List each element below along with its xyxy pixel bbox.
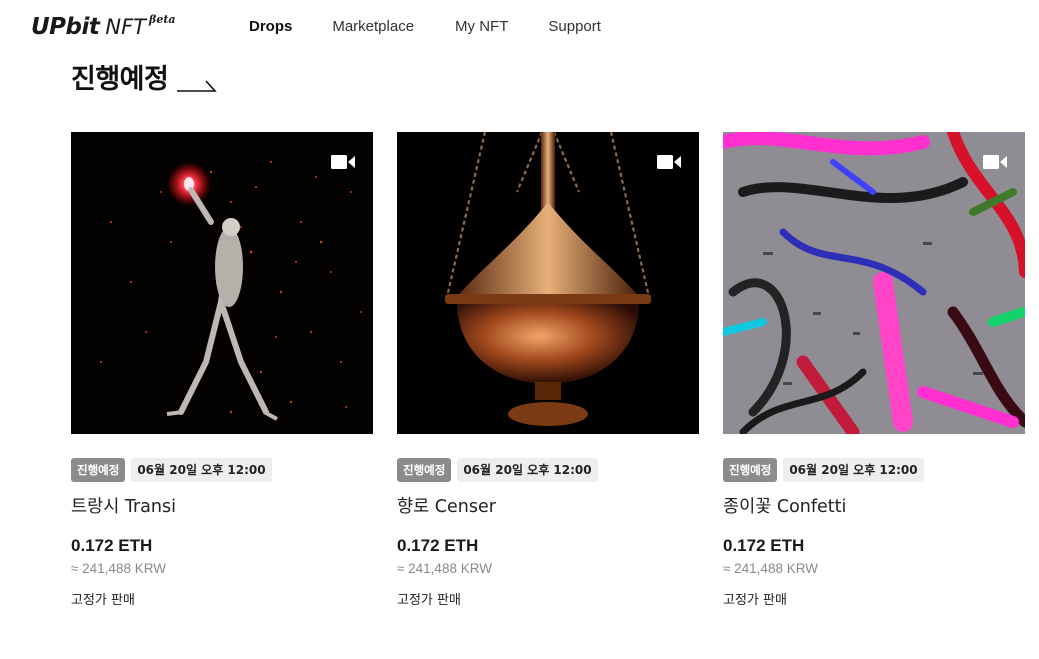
nft-card[interactable]: 진행예정 06월 20일 오후 12:00 트랑시 Transi 0.172 E… — [71, 132, 373, 611]
censer-artwork — [397, 132, 699, 434]
sale-type: 고정가 판매 — [71, 593, 135, 608]
nft-price: 0.172 ETH — [397, 536, 479, 555]
nft-title[interactable]: 트랑시 Transi — [71, 495, 373, 519]
status-badge: 진행예정 — [723, 458, 778, 482]
sale-type: 고정가 판매 — [723, 593, 787, 608]
nft-title[interactable]: 향로 Censer — [397, 495, 699, 519]
nav-drops[interactable]: Drops — [249, 16, 292, 38]
transi-artwork — [71, 132, 373, 434]
date-badge: 06월 20일 오후 12:00 — [457, 458, 598, 482]
video-icon — [657, 155, 681, 169]
status-badge: 진행예정 — [71, 458, 126, 482]
nav-marketplace[interactable]: Marketplace — [332, 16, 414, 38]
nft-price-krw: ≈ 241,488 KRW — [71, 561, 166, 576]
nft-image-confetti[interactable] — [723, 132, 1025, 434]
date-badge: 06월 20일 오후 12:00 — [783, 458, 924, 482]
main-nav: Drops Marketplace My NFT Support — [249, 16, 601, 38]
logo-brand: UPbit — [31, 14, 100, 40]
confetti-artwork — [723, 132, 1025, 434]
card-badges: 진행예정 06월 20일 오후 12:00 — [723, 458, 1025, 482]
nft-card[interactable]: 진행예정 06월 20일 오후 12:00 종이꽃 Confetti 0.172… — [723, 132, 1025, 611]
nft-image-censer[interactable] — [397, 132, 699, 434]
card-badges: 진행예정 06월 20일 오후 12:00 — [397, 458, 699, 482]
logo-beta-tag: βeta — [149, 13, 176, 26]
nft-price-krw: ≈ 241,488 KRW — [397, 561, 492, 576]
logo-product: NFT — [105, 15, 147, 39]
section-title: 진행예정 — [71, 64, 169, 95]
nav-support[interactable]: Support — [548, 16, 601, 38]
nft-price: 0.172 ETH — [71, 536, 153, 555]
nft-card[interactable]: 진행예정 06월 20일 오후 12:00 향로 Censer 0.172 ET… — [397, 132, 699, 611]
nav-my-nft[interactable]: My NFT — [455, 16, 508, 38]
date-badge: 06월 20일 오후 12:00 — [131, 458, 272, 482]
nft-title[interactable]: 종이꽃 Confetti — [723, 495, 1025, 519]
arrow-right-icon[interactable] — [176, 78, 218, 92]
nft-price: 0.172 ETH — [723, 536, 805, 555]
video-icon — [331, 155, 355, 169]
sale-type: 고정가 판매 — [397, 593, 461, 608]
upbit-nft-logo[interactable]: UPbit NFT βeta — [31, 12, 176, 42]
section-heading: 진행예정 — [71, 60, 218, 100]
nft-image-transi[interactable] — [71, 132, 373, 434]
card-badges: 진행예정 06월 20일 오후 12:00 — [71, 458, 373, 482]
status-badge: 진행예정 — [397, 458, 452, 482]
video-icon — [983, 155, 1007, 169]
site-header: UPbit NFT βeta Drops Marketplace My NFT … — [0, 0, 1039, 56]
nft-price-krw: ≈ 241,488 KRW — [723, 561, 818, 576]
